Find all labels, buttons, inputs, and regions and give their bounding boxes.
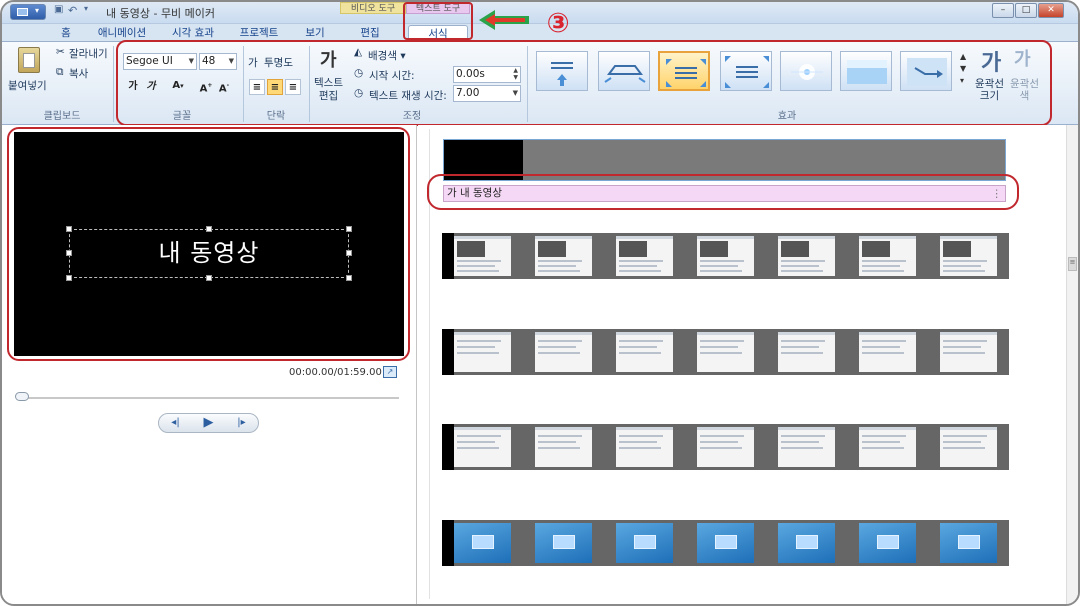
clip-thumbnail — [697, 236, 754, 276]
clip-thumbnail — [859, 332, 916, 372]
tab-home[interactable]: 홈 — [54, 25, 78, 41]
preview-callout — [7, 127, 410, 361]
clip-thumbnail — [859, 236, 916, 276]
ribbon-callout — [116, 40, 1052, 126]
clip-thumbnail — [778, 236, 835, 276]
clip-thumbnail — [697, 427, 754, 467]
save-icon[interactable]: ▣ — [54, 4, 66, 20]
clipboard-icon[interactable] — [18, 47, 40, 73]
close-button[interactable]: ✕ — [1038, 3, 1064, 18]
clip-thumbnail — [859, 427, 916, 467]
paste-button[interactable]: 붙여넣기 — [8, 78, 47, 93]
clip-thumbnail — [454, 427, 511, 467]
clip-start-marker — [442, 329, 454, 375]
clip-strip[interactable] — [442, 520, 1009, 566]
seek-bar[interactable] — [16, 397, 399, 399]
clip-thumbnail — [616, 523, 673, 563]
clip-thumbnail — [535, 523, 592, 563]
maximize-button[interactable]: □ — [1015, 3, 1037, 18]
previous-frame-button[interactable]: ◂| — [159, 414, 192, 432]
movie-maker-window: ▾ ▣ ↶ ▾ 내 동영상 - 무비 메이커 비디오 도구 텍스트 도구 – □… — [0, 0, 1080, 606]
clip-thumbnail — [454, 236, 511, 276]
clip-thumbnail — [859, 523, 916, 563]
clip-thumbnail — [535, 332, 592, 372]
clip-thumbnail — [778, 332, 835, 372]
clip-thumbnail — [616, 332, 673, 372]
clip-thumbnail — [697, 332, 754, 372]
clip-thumbnail — [616, 236, 673, 276]
copy-icon[interactable]: ⧉ — [56, 66, 64, 79]
clip-thumbnail — [940, 332, 997, 372]
clipboard-group-label: 클립보드 — [43, 111, 81, 122]
clip-strip[interactable] — [442, 329, 1009, 375]
step-number-badge: ③ — [546, 8, 570, 39]
clip-thumbnail — [697, 523, 754, 563]
tab-visual-effects[interactable]: 시각 효과 — [165, 25, 221, 41]
title-bar: ▾ ▣ ↶ ▾ 내 동영상 - 무비 메이커 비디오 도구 텍스트 도구 – □… — [2, 2, 1078, 24]
app-menu-button[interactable]: ▾ — [10, 4, 46, 20]
separator — [113, 46, 114, 122]
vertical-scrollbar[interactable]: ≡ — [1066, 125, 1078, 604]
tab-edit[interactable]: 편집 — [352, 25, 388, 41]
play-button[interactable]: ▶ — [192, 414, 225, 432]
clip-thumbnail — [535, 236, 592, 276]
green-arrow-icon — [479, 10, 529, 30]
clip-thumbnail — [778, 427, 835, 467]
clip-thumbnail — [616, 427, 673, 467]
format-tab-callout — [403, 2, 473, 40]
clip-thumbnail — [535, 427, 592, 467]
tab-animation[interactable]: 애니메이션 — [92, 25, 152, 41]
text-clip-callout — [427, 174, 1019, 210]
next-frame-button[interactable]: |▸ — [225, 414, 258, 432]
window-title: 내 동영상 - 무비 메이커 — [106, 7, 216, 20]
clip-thumbnail — [940, 427, 997, 467]
clip-thumbnail — [454, 523, 511, 563]
tab-view[interactable]: 보기 — [298, 25, 332, 41]
clip-strip[interactable] — [442, 424, 1009, 470]
cut-icon[interactable]: ✂ — [56, 46, 65, 58]
clip-start-marker — [442, 233, 454, 279]
tab-project[interactable]: 프로젝트 — [234, 25, 284, 41]
scroll-thumb[interactable]: ≡ — [1068, 257, 1077, 271]
minimize-button[interactable]: – — [992, 3, 1014, 18]
qat-dropdown-icon[interactable]: ▾ — [84, 4, 94, 20]
app-menu-icon — [17, 8, 28, 16]
clip-strip[interactable] — [442, 233, 1009, 279]
fullscreen-icon[interactable]: ↗ — [383, 366, 397, 378]
clip-thumbnail — [778, 523, 835, 563]
video-tools-context: 비디오 도구 — [340, 2, 406, 14]
clip-thumbnail — [940, 236, 997, 276]
timecode: 00:00.00/01:59.00 — [289, 367, 382, 378]
transport-controls: ◂| ▶ |▸ — [158, 413, 259, 433]
clip-start-marker — [442, 520, 454, 566]
cut-button[interactable]: 잘라내기 — [69, 46, 108, 61]
undo-icon[interactable]: ↶ — [68, 4, 80, 20]
ribbon-tabs: 홈 애니메이션 시각 효과 프로젝트 보기 편집 서식 — [2, 24, 1078, 41]
clip-thumbnail — [940, 523, 997, 563]
copy-button[interactable]: 복사 — [69, 66, 88, 81]
clip-thumbnail — [454, 332, 511, 372]
chevron-down-icon: ▾ — [35, 6, 40, 15]
seek-thumb[interactable] — [15, 392, 29, 401]
clip-start-marker — [442, 424, 454, 470]
